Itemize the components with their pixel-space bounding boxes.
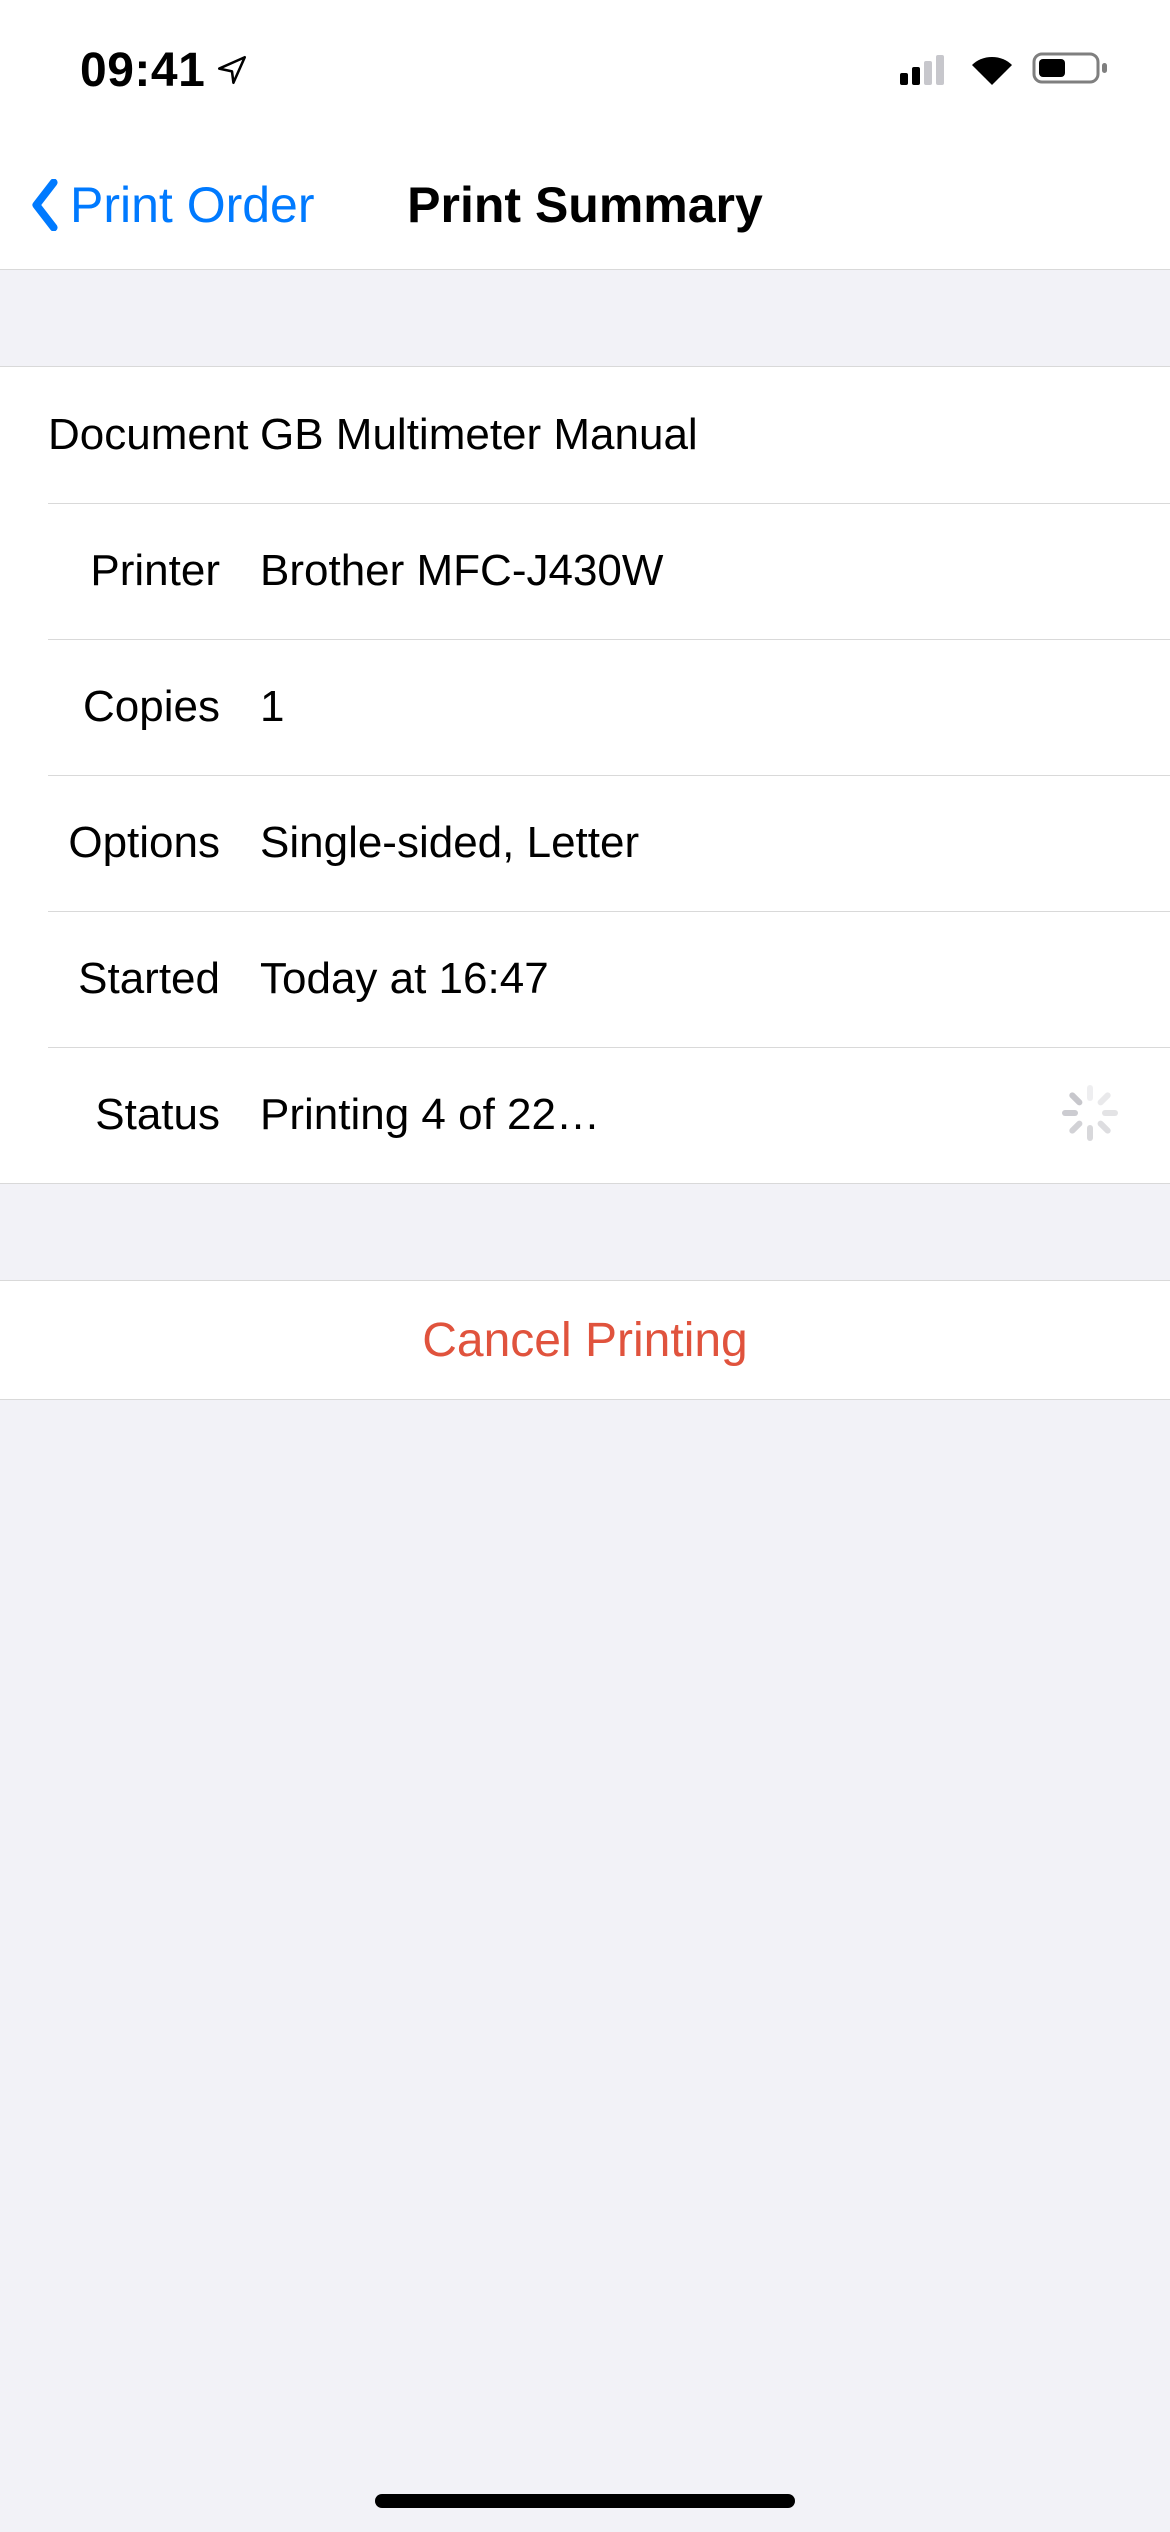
home-indicator[interactable] <box>375 2494 795 2508</box>
cellular-icon <box>900 51 952 90</box>
status-time: 09:41 <box>80 43 205 98</box>
print-details-group: Document GB Multimeter Manual Printer Br… <box>0 366 1170 1184</box>
row-label-options: Options <box>48 818 260 868</box>
row-label-copies: Copies <box>48 682 260 732</box>
status-bar-left: 09:41 <box>80 43 249 98</box>
status-bar: 09:41 <box>0 0 1170 140</box>
nav-bar: Print Order Print Summary <box>0 140 1170 270</box>
wifi-icon <box>968 51 1016 90</box>
back-label: Print Order <box>70 176 315 234</box>
row-value-document: GB Multimeter Manual <box>260 410 1122 460</box>
back-button[interactable]: Print Order <box>28 176 315 234</box>
row-label-started: Started <box>48 954 260 1004</box>
row-value-printer: Brother MFC-J430W <box>260 546 1122 596</box>
row-started: Started Today at 16:47 <box>0 911 1170 1047</box>
loading-spinner-icon <box>1062 1085 1122 1145</box>
row-status: Status Printing 4 of 22… <box>0 1047 1170 1183</box>
action-group: Cancel Printing <box>0 1280 1170 1400</box>
row-label-printer: Printer <box>48 546 260 596</box>
row-label-document: Document <box>48 410 260 460</box>
cancel-printing-button[interactable]: Cancel Printing <box>0 1281 1170 1399</box>
cancel-printing-label: Cancel Printing <box>422 1313 748 1368</box>
location-icon <box>215 53 249 87</box>
row-document: Document GB Multimeter Manual <box>0 367 1170 503</box>
row-options: Options Single-sided, Letter <box>0 775 1170 911</box>
row-value-started: Today at 16:47 <box>260 954 1122 1004</box>
row-printer: Printer Brother MFC-J430W <box>0 503 1170 639</box>
row-value-copies: 1 <box>260 682 1122 732</box>
status-bar-right <box>900 50 1110 91</box>
chevron-left-icon <box>28 179 62 231</box>
row-copies: Copies 1 <box>0 639 1170 775</box>
row-label-status: Status <box>48 1090 260 1140</box>
battery-icon <box>1032 50 1110 91</box>
row-value-status: Printing 4 of 22… <box>260 1090 1062 1140</box>
row-value-options: Single-sided, Letter <box>260 818 1122 868</box>
